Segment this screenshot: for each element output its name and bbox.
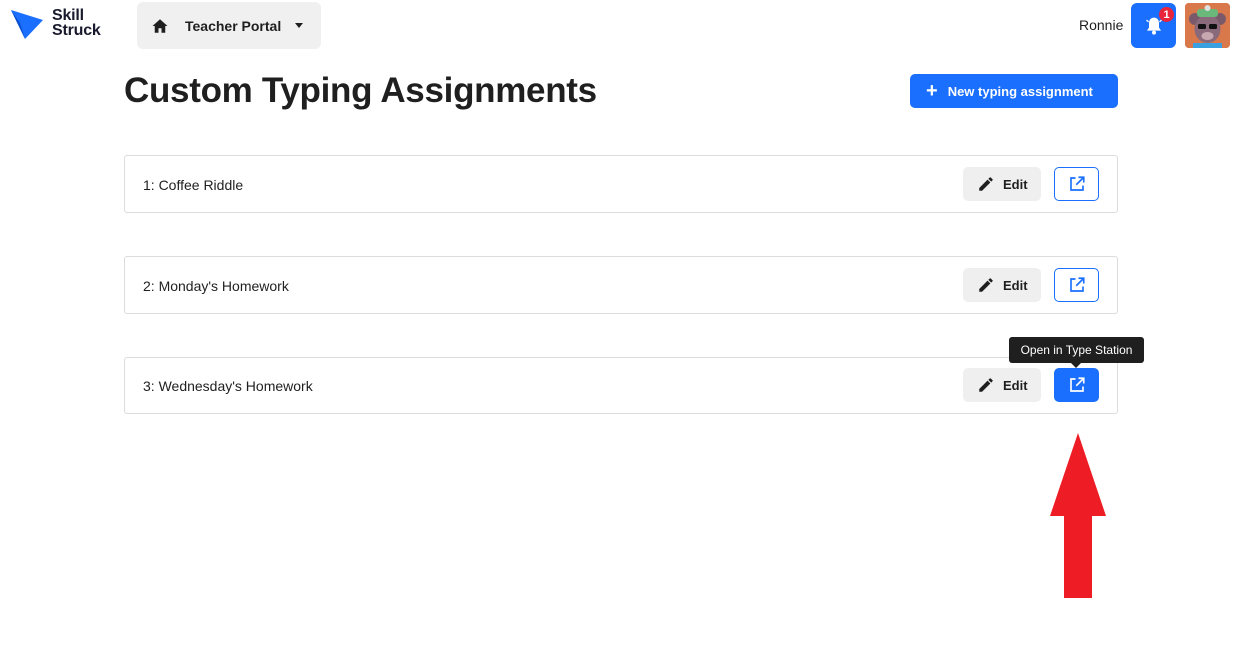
logo-text-line2: Struck — [52, 22, 101, 39]
open-in-type-station-button[interactable] — [1054, 368, 1099, 402]
pencil-icon — [979, 177, 993, 191]
assignment-card: 2: Monday's Homework Edit — [124, 256, 1118, 314]
user-avatar-image — [1185, 3, 1230, 48]
edit-button[interactable]: Edit — [963, 368, 1041, 402]
plus-icon: + — [926, 80, 938, 102]
notification-badge: 1 — [1159, 7, 1174, 22]
open-in-type-station-button[interactable] — [1054, 268, 1099, 302]
page-title: Custom Typing Assignments — [124, 71, 597, 110]
top-bar: Skill Struck Teacher Portal Ronnie 1 — [0, 0, 1237, 56]
assignment-title[interactable]: 3: Wednesday's Homework — [143, 378, 313, 394]
logo-text-line1: Skill — [52, 7, 84, 24]
home-icon — [152, 18, 168, 33]
portal-switcher-label: Teacher Portal — [185, 17, 282, 34]
new-typing-assignment-button[interactable]: + New typing assignment — [910, 74, 1118, 108]
skill-struck-logo-icon — [11, 10, 43, 39]
edit-label: Edit — [1003, 377, 1028, 393]
open-in-type-station-button[interactable] — [1054, 167, 1099, 201]
caret-down-icon — [295, 23, 304, 28]
annotation-arrow-up-icon — [1050, 433, 1106, 598]
external-link-icon — [1069, 377, 1085, 392]
edit-label: Edit — [1003, 176, 1028, 192]
edit-button[interactable]: Edit — [963, 167, 1041, 201]
external-link-icon — [1069, 176, 1085, 191]
assignment-card: 3: Wednesday's Homework Edit — [124, 357, 1118, 414]
username: Ronnie — [1079, 17, 1124, 33]
logo-text: Skill Struck — [52, 7, 101, 39]
logo[interactable]: Skill Struck — [10, 6, 101, 40]
avatar[interactable] — [1185, 3, 1230, 48]
new-typing-assignment-label: New typing assignment — [947, 83, 1093, 99]
external-link-icon — [1069, 277, 1085, 292]
pencil-icon — [979, 378, 993, 392]
assignment-card: 1: Coffee Riddle Edit — [124, 155, 1118, 213]
assignment-title[interactable]: 2: Monday's Homework — [143, 278, 289, 294]
portal-switcher-button[interactable]: Teacher Portal — [137, 2, 321, 49]
assignment-title[interactable]: 1: Coffee Riddle — [143, 177, 243, 193]
edit-button[interactable]: Edit — [963, 268, 1041, 302]
edit-label: Edit — [1003, 277, 1028, 293]
pencil-icon — [979, 278, 993, 292]
open-in-type-station-tooltip: Open in Type Station — [1009, 337, 1144, 368]
